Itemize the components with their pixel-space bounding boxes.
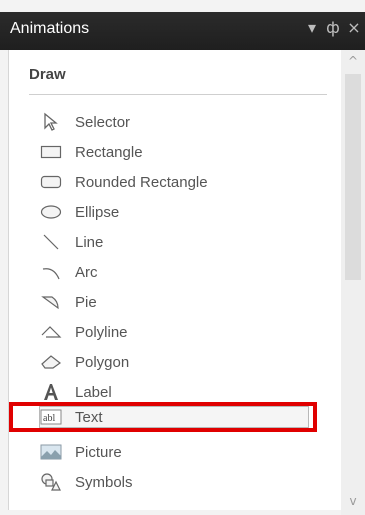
ellipse-icon: [39, 201, 63, 223]
tool-label: Polygon: [75, 353, 130, 371]
tool-label: Picture: [75, 443, 122, 461]
tool-label: Rectangle: [75, 143, 143, 161]
tool-label: Line: [75, 233, 104, 251]
close-icon[interactable]: ×: [345, 18, 363, 37]
tool-label: Symbols: [75, 473, 133, 491]
tool-selector[interactable]: Selector: [39, 109, 309, 135]
section-divider: [29, 94, 327, 95]
tool-ellipse[interactable]: Ellipse: [39, 199, 309, 225]
tool-label: Ellipse: [75, 203, 120, 221]
panel-title: Animations: [10, 20, 90, 37]
tool-label: Pie: [75, 293, 97, 311]
polyline-icon: [39, 321, 63, 343]
symbols-icon: [39, 471, 63, 493]
tool-label: Polyline: [75, 323, 128, 341]
scrollbar-thumb[interactable]: [345, 74, 361, 280]
pie-icon: [39, 291, 63, 313]
picture-icon: [39, 441, 63, 463]
scroll-up-arrow-icon[interactable]: ^: [341, 54, 365, 68]
tool-rectangle[interactable]: Rectangle: [39, 139, 309, 165]
scroll-down-arrow-icon[interactable]: v: [341, 494, 365, 508]
textbox-icon: abl: [39, 406, 63, 428]
label-a-icon: [39, 381, 63, 403]
tool-label: Selector: [75, 113, 131, 131]
cursor-arrow-icon: [39, 111, 63, 133]
tool-label: Text: [75, 408, 103, 426]
toolbox-content: Draw Selector Rectangle Rounded Rectangl…: [8, 50, 341, 510]
rectangle-icon: [39, 141, 63, 163]
tool-rounded-rectangle[interactable]: Rounded Rectangle: [39, 169, 309, 195]
tool-label: Arc: [75, 263, 98, 281]
pin-icon[interactable]: ф: [324, 18, 342, 37]
vertical-scrollbar[interactable]: ^ v: [341, 50, 365, 515]
animations-panel: Animations ▾ ф × Draw Selector Rectangle: [0, 0, 365, 515]
tool-picture[interactable]: Picture: [39, 439, 309, 465]
arc-icon: [39, 261, 63, 283]
svg-text:abl: abl: [43, 413, 55, 424]
line-icon: [39, 231, 63, 253]
tool-label-tool[interactable]: Label: [39, 379, 309, 405]
tool-line[interactable]: Line: [39, 229, 309, 255]
tool-label: Label: [75, 383, 112, 401]
tool-arc[interactable]: Arc: [39, 259, 309, 285]
polygon-icon: [39, 351, 63, 373]
section-title-draw: Draw: [29, 66, 66, 83]
tool-pie[interactable]: Pie: [39, 289, 309, 315]
tool-text[interactable]: abl Text: [39, 404, 309, 430]
dropdown-icon[interactable]: ▾: [303, 18, 321, 37]
rounded-rectangle-icon: [39, 171, 63, 193]
tool-polygon[interactable]: Polygon: [39, 349, 309, 375]
panel-titlebar: Animations ▾ ф ×: [0, 12, 365, 50]
tool-polyline[interactable]: Polyline: [39, 319, 309, 345]
tool-label: Rounded Rectangle: [75, 173, 208, 191]
tool-symbols[interactable]: Symbols: [39, 469, 309, 495]
